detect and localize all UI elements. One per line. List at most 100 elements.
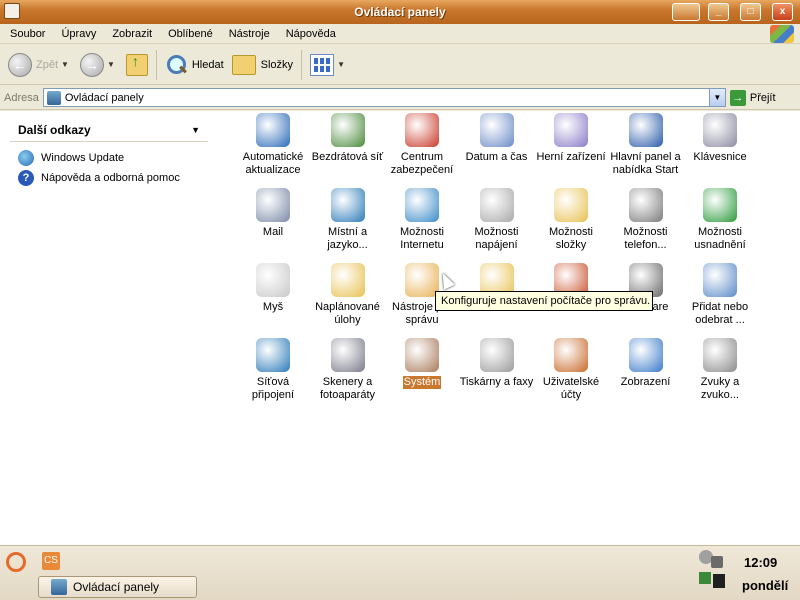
menu-file[interactable]: Soubor: [2, 24, 53, 44]
control-panel-items: Automatické aktualizace Bezdrátová síť Cen…: [236, 111, 800, 545]
mouse-icon: [256, 263, 290, 297]
control-panel-item[interactable]: Možnosti složky: [532, 188, 610, 252]
toolbar-separator: [155, 49, 157, 80]
help-icon: ?: [18, 170, 34, 186]
control-panel-item[interactable]: Centrum zabezpečení: [383, 113, 461, 177]
control-panel-item[interactable]: Hlavní panel a nabídka Start: [607, 113, 685, 177]
control-panel-item[interactable]: Přidat nebo odebrat ...: [681, 263, 759, 327]
forward-arrow-icon: →: [79, 52, 104, 77]
taskbar-window-button[interactable]: Ovládací panely: [38, 576, 197, 598]
control-panel-item[interactable]: Možnosti usnadnění: [681, 188, 759, 252]
maximize-button[interactable]: □: [740, 3, 761, 21]
extra-window-button[interactable]: [672, 3, 700, 21]
item-label: Místní a jazyko...: [327, 226, 368, 251]
magnifier-icon: [165, 54, 187, 76]
scanner-camera-icon: [330, 338, 365, 372]
window-title: Ovládací panely: [354, 5, 446, 19]
control-panel-item[interactable]: Bezdrátová síť: [309, 113, 387, 164]
wireless-network-icon: [330, 113, 365, 147]
tray-icon[interactable]: [711, 556, 723, 568]
item-label: Uživatelské účty: [542, 376, 600, 401]
toolbar-separator: [301, 49, 303, 80]
item-label: Klávesnice: [693, 151, 747, 163]
tooltip: Konfiguruje nastavení počítače pro správ…: [435, 291, 653, 311]
item-label: Přidat nebo odebrat ...: [691, 301, 749, 326]
go-button[interactable]: → Přejít: [729, 89, 776, 106]
control-panel-item[interactable]: Síťová připojení: [234, 338, 312, 402]
control-panel-item[interactable]: Zobrazení: [607, 338, 685, 389]
close-button[interactable]: x: [772, 3, 793, 21]
item-label: Systém: [402, 376, 442, 389]
control-panel-item[interactable]: Myš: [234, 263, 312, 314]
other-links-header[interactable]: Další odkazy ▼: [10, 118, 208, 142]
views-button[interactable]: ▼: [306, 48, 352, 82]
search-label: Hledat: [191, 58, 224, 71]
folders-button[interactable]: Složky: [228, 48, 297, 82]
item-label: Myš: [262, 301, 284, 313]
menu-tools[interactable]: Nástroje: [221, 24, 278, 44]
control-panel-item[interactable]: Možnosti napájení: [458, 188, 536, 252]
windows-update-icon: [18, 150, 34, 166]
forward-dropdown-icon[interactable]: ▼: [107, 60, 115, 69]
tray-icon[interactable]: [713, 574, 725, 588]
views-dropdown-icon[interactable]: ▼: [337, 60, 345, 69]
display-icon: [628, 338, 663, 372]
control-panel-item[interactable]: Uživatelské účty: [532, 338, 610, 402]
link-label: Windows Update: [41, 152, 125, 164]
quick-launch-icon[interactable]: CS: [42, 552, 60, 570]
control-panel-item[interactable]: Datum a čas: [458, 113, 536, 164]
item-label: Centrum zabezpečení: [390, 151, 454, 176]
search-button[interactable]: Hledat: [161, 48, 228, 82]
network-globe-icon: [256, 338, 290, 372]
add-remove-programs-icon: [703, 263, 737, 297]
control-panel-item[interactable]: Systém: [383, 338, 461, 389]
menu-help[interactable]: Nápověda: [278, 24, 344, 44]
control-panel-item[interactable]: Skenery a fotoaparáty: [309, 338, 387, 402]
control-panel-item[interactable]: Místní a jazyko...: [309, 188, 387, 252]
control-panel-item[interactable]: Klávesnice: [681, 113, 759, 164]
link-windows-update[interactable]: Windows Update: [18, 150, 124, 166]
shield-update-icon: [256, 113, 290, 147]
menu-view[interactable]: Zobrazit: [104, 24, 160, 44]
address-input[interactable]: Ovládací panely ▼: [42, 88, 726, 107]
up-folder-button[interactable]: [122, 48, 152, 82]
collapse-chevron-icon[interactable]: ▼: [191, 125, 200, 135]
back-dropdown-icon[interactable]: ▼: [61, 60, 69, 69]
taskbar-window-label: Ovládací panely: [73, 580, 160, 594]
item-label: Skenery a fotoaparáty: [319, 376, 376, 401]
item-label: Možnosti usnadnění: [694, 226, 746, 251]
forward-button[interactable]: → ▼: [76, 48, 122, 82]
address-bar: Adresa Ovládací panely ▼ → Přejít: [0, 86, 800, 110]
item-label: Možnosti telefon...: [623, 226, 668, 251]
system-tray: [697, 550, 727, 596]
back-button[interactable]: ← Zpět ▼: [4, 48, 76, 82]
control-panel-item[interactable]: Herní zařízení: [532, 113, 610, 164]
control-panel-item[interactable]: Tiskárny a faxy: [458, 338, 536, 389]
control-panel-item[interactable]: Mail: [234, 188, 312, 239]
control-panel-item[interactable]: Zvuky a zvuko...: [681, 338, 759, 402]
control-panel-item[interactable]: Naplánované úlohy: [309, 263, 387, 327]
go-arrow-icon: →: [729, 89, 746, 106]
window-icon[interactable]: [4, 3, 20, 19]
control-panel-item[interactable]: Možnosti telefon...: [607, 188, 685, 252]
internet-options-icon: [405, 188, 439, 222]
minimize-button[interactable]: _: [708, 3, 729, 21]
taskbar-icon: [628, 113, 663, 147]
other-links-title: Další odkazy: [18, 122, 91, 137]
admin-tools-icon: [405, 263, 439, 297]
item-label: Možnosti napájení: [474, 226, 519, 251]
tray-icon[interactable]: [699, 572, 711, 584]
menu-edit[interactable]: Úpravy: [53, 24, 104, 44]
control-panel-item[interactable]: Možnosti Internetu: [383, 188, 461, 252]
clock-time[interactable]: 12:09: [744, 555, 777, 570]
item-label: Možnosti Internetu: [399, 226, 445, 251]
start-menu-icon[interactable]: [6, 552, 26, 572]
address-dropdown-icon[interactable]: ▼: [708, 89, 725, 106]
go-label: Přejít: [749, 91, 776, 104]
link-help-support[interactable]: ? Nápověda a odborná pomoc: [18, 170, 180, 186]
control-panel-item[interactable]: Automatické aktualizace: [234, 113, 312, 177]
address-value: Ovládací panely: [64, 91, 144, 104]
menu-favorites[interactable]: Oblíbené: [160, 24, 221, 44]
system-icon: [405, 338, 439, 372]
security-shield-icon: [405, 113, 439, 147]
